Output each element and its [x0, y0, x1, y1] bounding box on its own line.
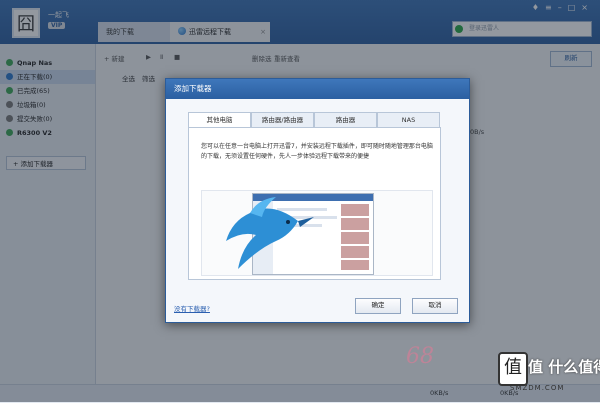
description-text: 您可以在任意一台电脑上打开迅雷7，并安装远程下载插件，即可随时随地管理那台电脑的…	[201, 143, 433, 160]
dialog-tabs: 其他电脑 路由器/路由器 路由器 NAS	[188, 112, 441, 128]
add-downloader-dialog: 添加下载器 其他电脑 路由器/路由器 路由器 NAS 您可以在任意一台电脑上打开…	[165, 78, 470, 323]
tab-other-computer[interactable]: 其他电脑	[188, 112, 251, 128]
watermark-badge-icon: 值	[498, 352, 528, 386]
dialog-title: 添加下载器	[166, 79, 469, 99]
watermark-pink-logo: 68	[406, 344, 434, 369]
cancel-button[interactable]: 取消	[412, 298, 458, 314]
watermark-text: 值 什么值得买	[528, 358, 600, 376]
hummingbird-logo-icon	[226, 197, 314, 269]
watermark: 68 值 值 什么值得买 SMZDM.COM	[406, 344, 600, 402]
watermark-url: SMZDM.COM	[510, 384, 565, 392]
illustration-image	[201, 190, 433, 276]
tab-router-player[interactable]: 路由器/路由器	[251, 112, 314, 128]
tab-router[interactable]: 路由器	[314, 112, 377, 128]
tab-nas[interactable]: NAS	[377, 112, 440, 128]
no-downloader-link[interactable]: 没有下载器?	[174, 303, 210, 313]
tab-panel: 您可以在任意一台电脑上打开迅雷7，并安装远程下载插件，即可随时随地管理那台电脑的…	[188, 127, 441, 280]
ok-button[interactable]: 确定	[355, 298, 401, 314]
